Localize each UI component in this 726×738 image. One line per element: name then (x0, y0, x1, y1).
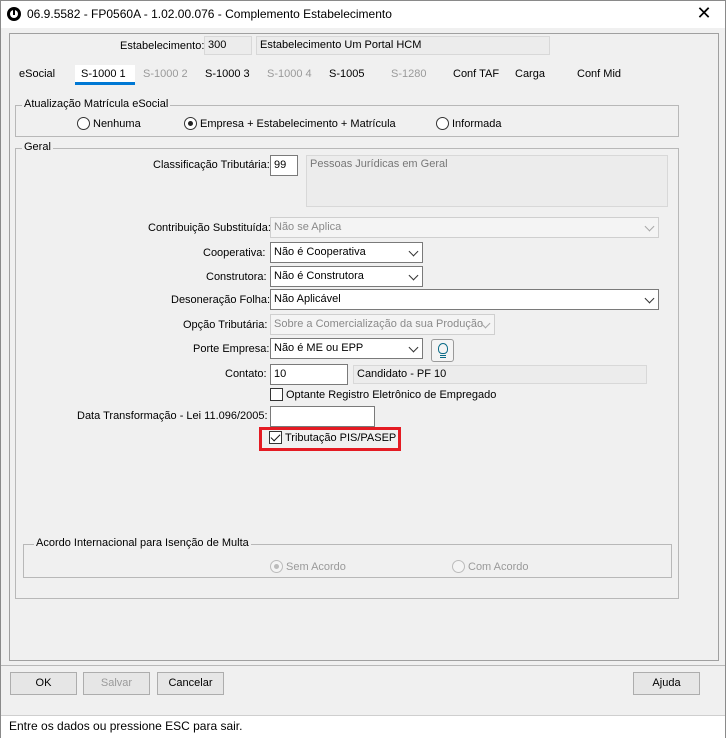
porte-label: Porte Empresa: (193, 343, 270, 355)
help-button[interactable]: Ajuda (633, 672, 700, 695)
acordo-title: Acordo Internacional para Isenção de Mul… (34, 537, 251, 549)
acordo-group: Acordo Internacional para Isenção de Mul… (23, 537, 672, 578)
ok-button[interactable]: OK (10, 672, 77, 695)
atualizacao-title: Atualização Matrícula eSocial (22, 98, 171, 110)
chevron-down-icon (644, 293, 655, 304)
estabelecimento-code-field: 300 (204, 36, 252, 55)
geral-title: Geral (22, 141, 53, 153)
contato-label: Contato: (225, 368, 267, 380)
radio-com-acordo-label: Com Acordo (468, 560, 529, 573)
title-bar: 06.9.5582 - FP0560A - 1.02.00.076 - Comp… (1, 1, 725, 28)
radio-informada-dot[interactable] (436, 117, 449, 130)
classificacao-desc-field: Pessoas Jurídicas em Geral (306, 155, 668, 207)
status-bar: Entre os dados ou pressione ESC para sai… (1, 715, 725, 738)
tab-s1000-1[interactable]: S-1000 1 (75, 65, 135, 85)
radio-informada-label: Informada (452, 117, 502, 130)
close-icon[interactable]: ✕ (689, 3, 719, 25)
tab-conf-mid[interactable]: Conf Mid (571, 65, 629, 85)
porte-select[interactable]: Não é ME ou EPP (270, 338, 423, 359)
tab-s1000-4[interactable]: S-1000 4 (261, 65, 319, 85)
classificacao-label: Classificação Tributária: (153, 159, 270, 171)
optante-checkbox-box[interactable] (270, 388, 283, 401)
tab-s1000-2[interactable]: S-1000 2 (137, 65, 195, 85)
construtora-value: Não é Construtora (274, 270, 364, 282)
radio-sem-acordo-label: Sem Acordo (286, 560, 346, 573)
cancel-button[interactable]: Cancelar (157, 672, 224, 695)
radio-informada[interactable]: Informada (436, 117, 502, 130)
cooperativa-value: Não é Cooperativa (274, 246, 366, 258)
porte-value: Não é ME ou EPP (274, 342, 364, 354)
radio-empresa-estab-matricula[interactable]: Empresa + Estabelecimento + Matrícula (184, 117, 396, 130)
radio-nenhuma-dot[interactable] (77, 117, 90, 130)
pis-pasep-checkbox-label: Tributação PIS/PASEP (285, 431, 397, 444)
desoneracao-value: Não Aplicável (274, 293, 341, 305)
radio-com-acordo[interactable]: Com Acordo (452, 560, 529, 573)
contribuicao-select[interactable]: Não se Aplica (270, 217, 659, 238)
optante-checkbox-label: Optante Registro Eletrônico de Empregado (286, 388, 497, 401)
opcao-label: Opção Tributária: (183, 319, 268, 331)
radio-nenhuma-label: Nenhuma (93, 117, 141, 130)
chevron-down-icon (408, 246, 419, 257)
opcao-value: Sobre a Comercialização da sua Produção (274, 318, 484, 330)
chevron-down-icon (408, 270, 419, 281)
radio-sem-acordo-dot[interactable] (270, 560, 283, 573)
estabelecimento-name-field: Estabelecimento Um Portal HCM (256, 36, 550, 55)
desoneracao-label: Desoneração Folha: (171, 294, 271, 306)
cooperativa-label: Cooperativa: (203, 247, 266, 259)
chevron-down-icon (408, 342, 419, 353)
tab-esocial[interactable]: eSocial (13, 65, 71, 85)
pis-pasep-checkbox[interactable]: Tributação PIS/PASEP (269, 431, 396, 444)
classificacao-code-input[interactable]: 99 (270, 155, 298, 176)
chevron-down-icon (644, 221, 655, 232)
radio-sem-acordo[interactable]: Sem Acordo (270, 560, 346, 573)
data-transformacao-label: Data Transformação - Lei 11.096/2005: (77, 410, 268, 422)
optante-checkbox[interactable]: Optante Registro Eletrônico de Empregado (270, 388, 496, 401)
contribuicao-label: Contribuição Substituída: (148, 222, 271, 234)
radio-empresa-dot[interactable] (184, 117, 197, 130)
data-transformacao-input[interactable] (270, 406, 375, 427)
construtora-label: Construtora: (206, 271, 267, 283)
tab-s1000-3[interactable]: S-1000 3 (199, 65, 257, 85)
desoneracao-select[interactable]: Não Aplicável (270, 289, 659, 310)
opcao-select[interactable]: Sobre a Comercialização da sua Produção (270, 314, 495, 335)
radio-nenhuma[interactable]: Nenhuma (77, 117, 141, 130)
lightbulb-button[interactable] (431, 339, 454, 362)
tab-carga[interactable]: Carga (509, 65, 559, 85)
radio-com-acordo-dot[interactable] (452, 560, 465, 573)
estabelecimento-label: Estabelecimento: (120, 40, 205, 52)
pis-pasep-checkbox-box[interactable] (269, 431, 282, 444)
cooperativa-select[interactable]: Não é Cooperativa (270, 242, 423, 263)
window-title: 06.9.5582 - FP0560A - 1.02.00.076 - Comp… (27, 7, 392, 21)
app-icon (7, 7, 21, 21)
contato-code-input[interactable]: 10 (270, 364, 348, 385)
contato-name-field: Candidato - PF 10 (353, 365, 647, 384)
tab-conf-taf[interactable]: Conf TAF (447, 65, 505, 85)
construtora-select[interactable]: Não é Construtora (270, 266, 423, 287)
contribuicao-value: Não se Aplica (274, 221, 342, 233)
save-button[interactable]: Salvar (83, 672, 150, 695)
main-window: 06.9.5582 - FP0560A - 1.02.00.076 - Comp… (0, 0, 726, 738)
tab-s1005[interactable]: S-1005 (323, 65, 381, 85)
lightbulb-icon (438, 343, 448, 354)
radio-empresa-label: Empresa + Estabelecimento + Matrícula (200, 117, 396, 130)
tab-s1280[interactable]: S-1280 (385, 65, 443, 85)
